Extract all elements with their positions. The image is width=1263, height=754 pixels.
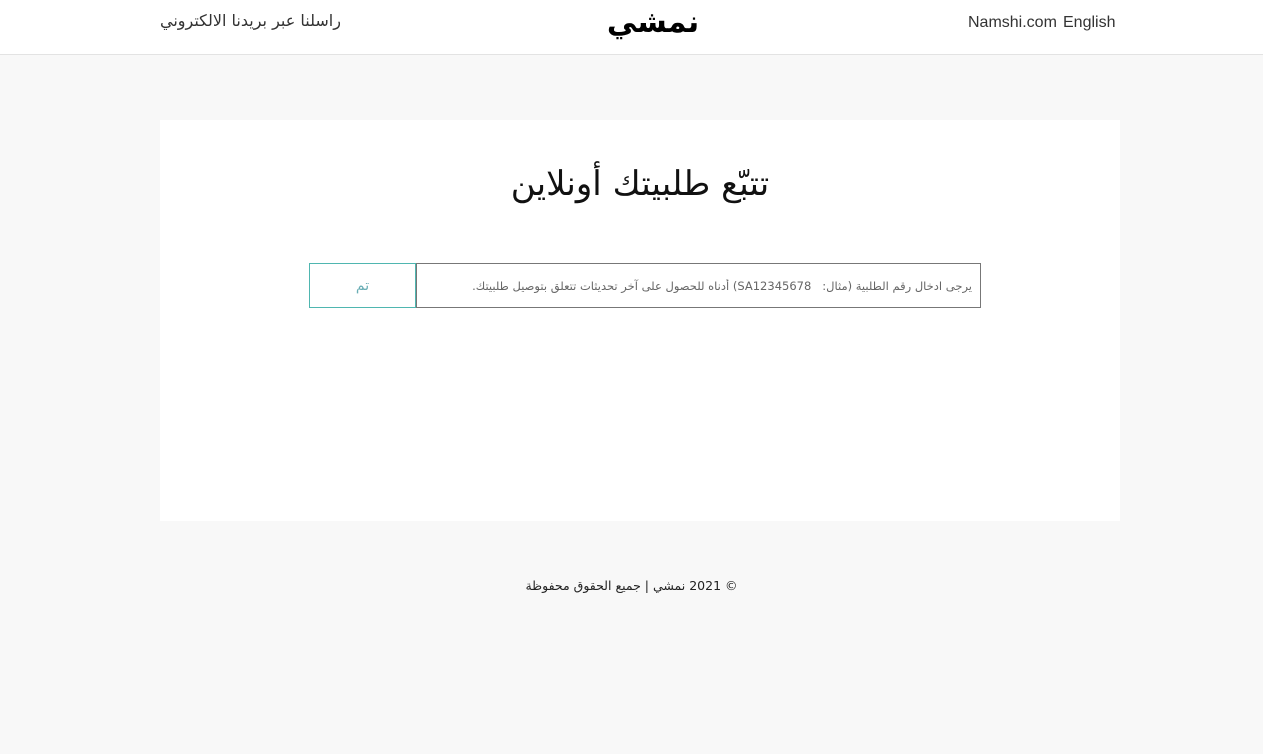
footer-copyright: © 2021 نمشي | جميع الحقوق محفوظة	[525, 578, 738, 593]
contact-email-link[interactable]: راسلنا عبر بريدنا الالكتروني	[160, 11, 341, 30]
order-number-input[interactable]	[416, 263, 981, 308]
language-switch-link[interactable]: English	[1063, 14, 1115, 32]
submit-button[interactable]: تم	[309, 263, 416, 308]
namshi-site-link[interactable]: Namshi.com	[968, 14, 1057, 32]
order-tracking-card: تتبّع طلبيتك أونلاين تم	[160, 120, 1120, 521]
top-bar: راسلنا عبر بريدنا الالكتروني نمشي Namshi…	[0, 0, 1263, 55]
page-title: تتبّع طلبيتك أونلاين	[510, 164, 770, 204]
namshi-logo[interactable]: نمشي	[591, 4, 715, 44]
